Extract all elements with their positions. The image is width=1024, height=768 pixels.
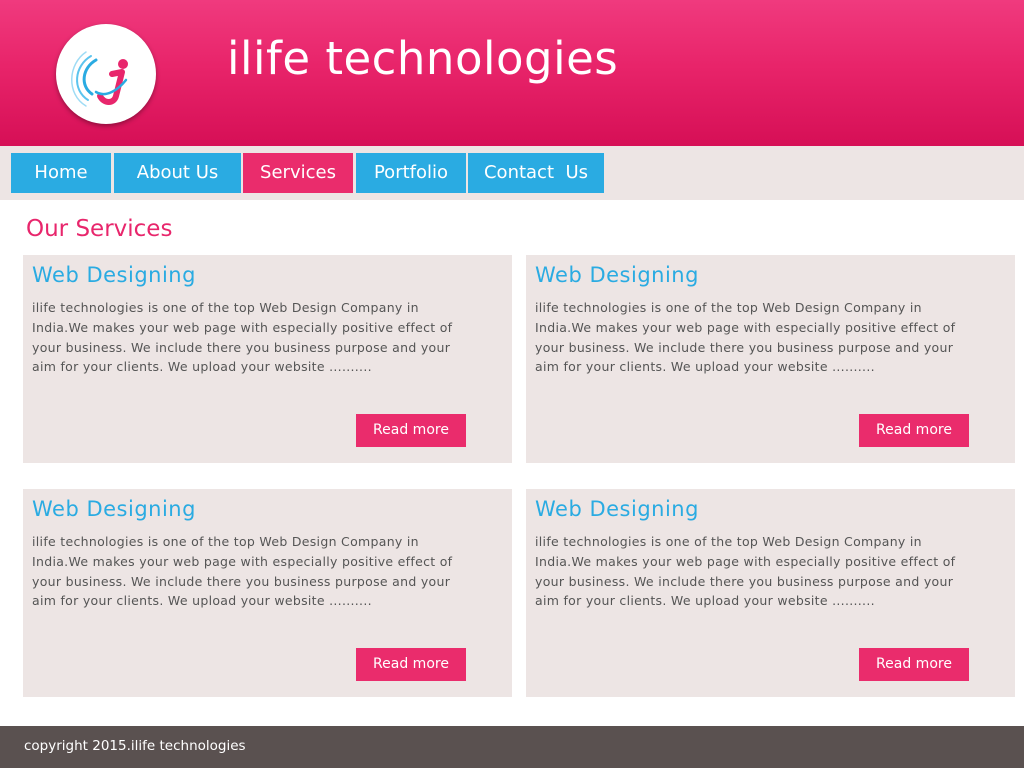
site-header: ilife technologies	[0, 0, 1024, 146]
read-more-button[interactable]: Read more	[356, 414, 466, 447]
nav-item-services[interactable]: Services	[243, 153, 353, 193]
read-more-button[interactable]: Read more	[356, 648, 466, 681]
service-card: Web Designing ilife technologies is one …	[23, 255, 512, 463]
card-title: Web Designing	[32, 497, 196, 521]
read-more-button[interactable]: Read more	[859, 648, 969, 681]
service-card: Web Designing ilife technologies is one …	[526, 489, 1015, 697]
nav-item-portfolio[interactable]: Portfolio	[356, 153, 466, 193]
card-description: ilife technologies is one of the top Web…	[32, 300, 453, 375]
card-description: ilife technologies is one of the top Web…	[535, 300, 956, 375]
service-card: Web Designing ilife technologies is one …	[23, 489, 512, 697]
copyright-text: copyright 2015.ilife technologies	[24, 738, 246, 754]
nav-item-home[interactable]: Home	[11, 153, 111, 193]
page-title: Our Services	[26, 216, 173, 242]
read-more-button[interactable]: Read more	[859, 414, 969, 447]
main-nav: Home About Us Services Portfolio Contact…	[0, 146, 1024, 200]
card-description: ilife technologies is one of the top Web…	[535, 534, 956, 609]
card-title: Web Designing	[535, 263, 699, 287]
site-footer: copyright 2015.ilife technologies	[0, 726, 1024, 768]
nav-item-about-us[interactable]: About Us	[114, 153, 241, 193]
nav-item-contact-us[interactable]: Contact Us	[468, 153, 604, 193]
card-title: Web Designing	[32, 263, 196, 287]
ilife-logo-icon[interactable]	[56, 24, 156, 124]
site-title: ilife technologies	[227, 32, 619, 85]
card-title: Web Designing	[535, 497, 699, 521]
service-card: Web Designing ilife technologies is one …	[526, 255, 1015, 463]
card-description: ilife technologies is one of the top Web…	[32, 534, 453, 609]
